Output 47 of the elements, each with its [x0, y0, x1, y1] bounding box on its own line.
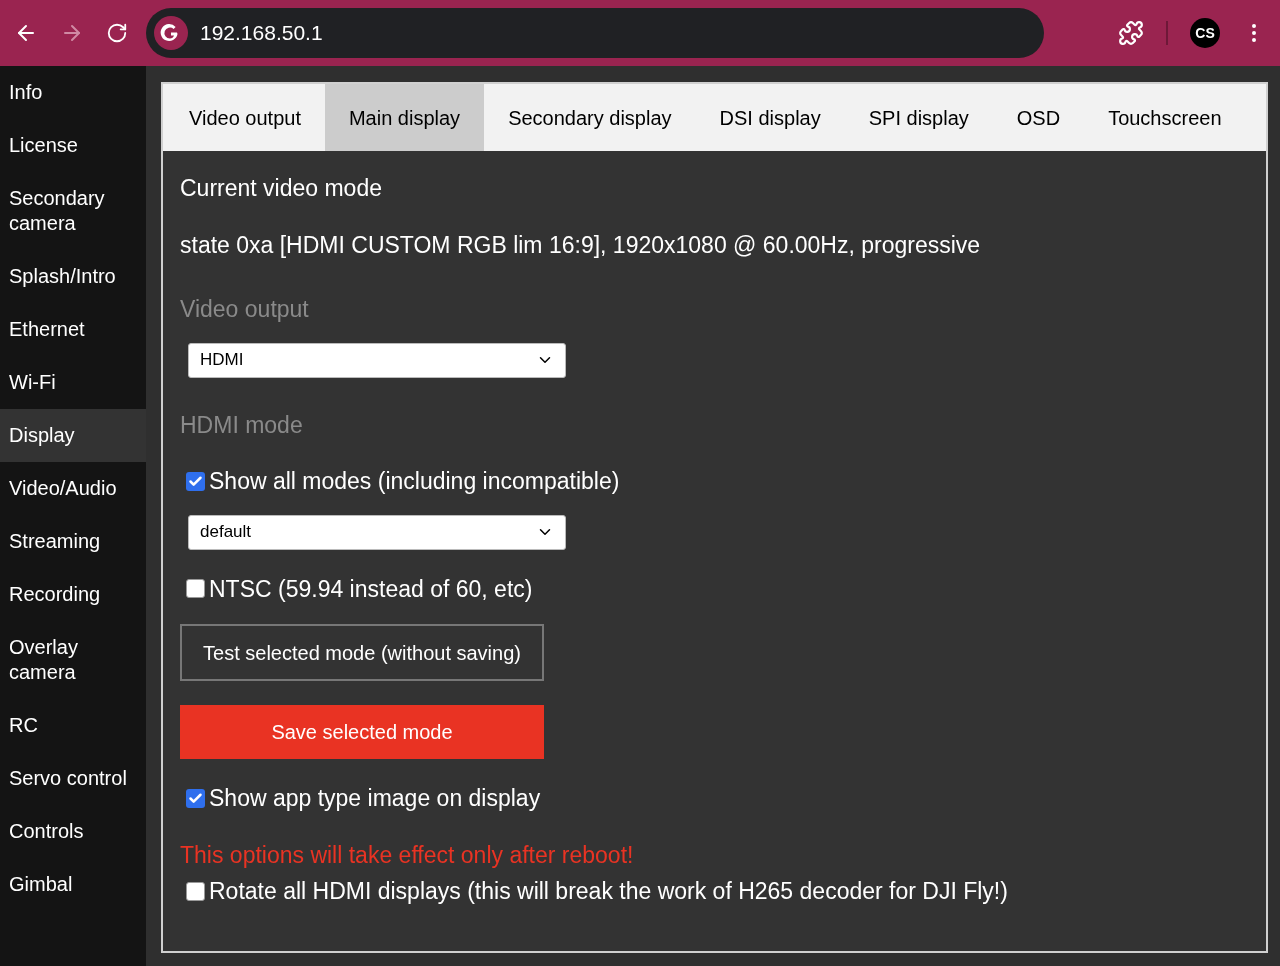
tab[interactable]: DSI display: [695, 84, 845, 151]
search-engine-icon: [154, 16, 188, 50]
sidebar-item[interactable]: Wi-Fi: [0, 356, 146, 409]
select-field[interactable]: default: [188, 514, 566, 550]
checkbox-option[interactable]: Rotate all HDMI displays (this will break the work of H265 decoder for DJI Fly!): [180, 874, 1008, 909]
section-heading: Current video mode: [180, 174, 382, 203]
sidebar-item[interactable]: Gimbal: [0, 858, 146, 911]
tab[interactable]: Secondary display: [484, 84, 696, 151]
tab[interactable]: OSD: [992, 84, 1085, 151]
checkbox[interactable]: [186, 788, 205, 808]
sidebar-item[interactable]: Overlay camera: [0, 621, 146, 699]
profile-avatar[interactable]: CS: [1190, 18, 1220, 48]
sidebar-item[interactable]: RC: [0, 699, 146, 752]
address-bar[interactable]: 192.168.50.1: [146, 8, 1044, 58]
checkbox-option[interactable]: NTSC (59.94 instead of 60, etc): [180, 571, 533, 606]
checkbox[interactable]: [186, 579, 205, 599]
reload-icon[interactable]: [106, 22, 128, 44]
sidebar-item[interactable]: Info: [0, 66, 146, 119]
test-mode-button[interactable]: Test selected mode (without saving): [180, 624, 544, 681]
video-mode-text: state 0xa [HDMI CUSTOM RGB lim 16:9], 1920x1080 @ 60.00Hz, progressive: [180, 230, 981, 260]
tab[interactable]: Video output: [165, 84, 325, 151]
warning-text: This options will take effect only after reboot!: [180, 840, 634, 870]
sidebar-item[interactable]: License: [0, 119, 146, 172]
checkbox[interactable]: [186, 471, 205, 491]
tab[interactable]: Main display: [324, 84, 485, 151]
sidebar-item[interactable]: Secondary camera: [0, 172, 146, 250]
field-label: Video output: [180, 295, 309, 324]
checkbox[interactable]: [186, 881, 205, 901]
check-icon: [188, 790, 203, 806]
sidebar-item[interactable]: Servo control: [0, 752, 146, 805]
sidebar-item[interactable]: Controls: [0, 805, 146, 858]
checkbox-option[interactable]: Show app type image on display: [180, 781, 541, 816]
extensions-icon[interactable]: [1118, 20, 1144, 46]
url-text: 192.168.50.1: [200, 20, 323, 47]
save-mode-button[interactable]: Save selected mode: [180, 705, 544, 759]
sidebar-item[interactable]: Streaming: [0, 515, 146, 568]
checkbox-option[interactable]: Show all modes (including incompatible): [180, 464, 620, 499]
tab[interactable]: SPI display: [844, 84, 993, 151]
sidebar-item[interactable]: Ethernet: [0, 303, 146, 356]
tab[interactable]: Touchscreen: [1084, 84, 1246, 151]
sidebar-item[interactable]: Display: [0, 409, 146, 462]
sidebar-item[interactable]: Recording: [0, 568, 146, 621]
check-icon: [188, 473, 203, 489]
select-field[interactable]: HDMI: [188, 342, 566, 378]
sidebar-item[interactable]: Splash/Intro: [0, 250, 146, 303]
field-label: HDMI mode: [180, 410, 303, 440]
sidebar-item[interactable]: Video/Audio: [0, 462, 146, 515]
